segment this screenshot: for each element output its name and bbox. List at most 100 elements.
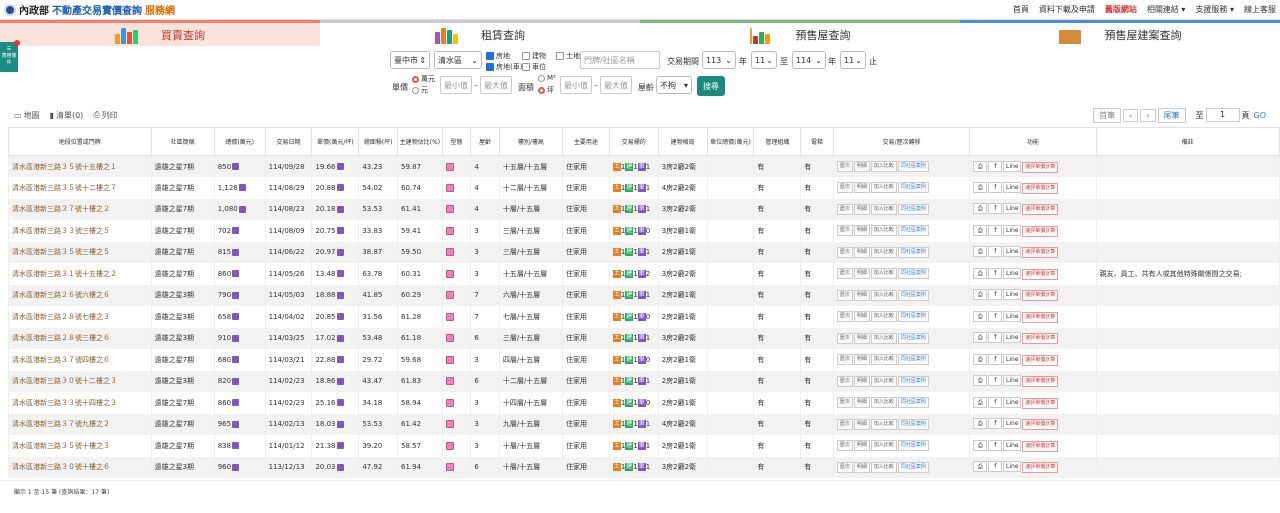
price-detail-icon[interactable] <box>238 184 246 192</box>
table-row[interactable]: 清水區港新三路３３號十四樓之３ 遠雄之星7期 860 114/02/23 25.16 34… <box>8 392 1280 414</box>
history-button[interactable]: 歷次 <box>836 397 853 409</box>
print-row-icon[interactable]: ⎙ <box>973 418 988 430</box>
compare-button[interactable]: 加入比較 <box>870 354 897 366</box>
unit-price-detail-icon[interactable] <box>336 205 344 213</box>
print-row-icon[interactable]: ⎙ <box>973 289 988 301</box>
facebook-icon[interactable]: f <box>988 267 1003 279</box>
building-type-icon[interactable] <box>445 226 454 235</box>
column-header[interactable]: 管理組織 <box>753 127 802 156</box>
prev-page-button[interactable]: ‹ <box>1123 108 1139 122</box>
address-cell[interactable]: 清水區港新三路３５號十五樓之１ <box>8 155 152 177</box>
same-community-button[interactable]: 同社區案例 <box>897 203 929 215</box>
detail-button[interactable]: 明細 <box>853 203 870 215</box>
facebook-icon[interactable]: f <box>988 439 1003 451</box>
print-row-icon[interactable]: ⎙ <box>973 267 988 279</box>
map-button[interactable]: ▭ 地圖 <box>14 110 40 121</box>
same-community-button[interactable]: 同社區案例 <box>897 268 929 280</box>
compare-button[interactable]: 加入比較 <box>870 440 897 452</box>
print-row-icon[interactable]: ⎙ <box>973 396 988 408</box>
price-detail-icon[interactable] <box>232 163 240 170</box>
history-button[interactable]: 歷次 <box>836 289 853 301</box>
print-row-icon[interactable]: ⎙ <box>973 224 988 236</box>
area-unit-ping[interactable]: 坪 <box>538 85 554 95</box>
site-logo[interactable]: 內政部 不動產交易實價查詢 服務網 <box>4 2 175 17</box>
column-header[interactable]: 地段位置或門牌 <box>8 127 152 156</box>
area-max-input[interactable]: 最大值 <box>600 76 632 94</box>
unit-price-detail-icon[interactable] <box>336 163 344 170</box>
facebook-icon[interactable]: f <box>988 224 1003 236</box>
detail-button[interactable]: 明細 <box>853 332 870 344</box>
column-header[interactable]: 電梯 <box>800 127 834 156</box>
line-share-button[interactable]: Line <box>1003 267 1022 279</box>
address-cell[interactable]: 清水區港新三路３１號十五樓之２ <box>8 263 152 285</box>
history-button[interactable]: 歷次 <box>836 161 853 172</box>
detail-button[interactable]: 明細 <box>853 418 870 430</box>
history-button[interactable]: 歷次 <box>836 225 853 237</box>
table-row[interactable]: 清水區港新三路３５號十樓之３ 遠雄之星7期 838 114/01/12 21.38 39.… <box>8 435 1280 457</box>
facebook-icon[interactable]: f <box>988 203 1003 215</box>
price-min-input[interactable]: 最小值 <box>440 76 472 94</box>
building-type-icon[interactable] <box>445 162 454 171</box>
unit-price-detail-icon[interactable] <box>336 334 344 342</box>
column-header[interactable]: 樓別/樓高 <box>498 127 563 156</box>
compare-button[interactable]: 加入比較 <box>870 161 897 172</box>
quick-calc-button[interactable]: 速評單價計算 <box>1022 333 1059 345</box>
print-row-icon[interactable]: ⎙ <box>973 439 988 451</box>
compare-button[interactable]: 加入比較 <box>870 225 897 237</box>
line-share-button[interactable]: Line <box>1003 396 1022 408</box>
column-header[interactable]: 交易/歷次轉移 <box>832 127 971 156</box>
compare-button[interactable]: 加入比較 <box>870 246 897 258</box>
detail-button[interactable]: 明細 <box>853 161 870 172</box>
page-input[interactable]: 1 <box>1205 108 1240 122</box>
unit-price-detail-icon[interactable] <box>336 248 344 256</box>
quick-calc-button[interactable]: 速評單價計算 <box>1022 268 1059 280</box>
conditions-side-button[interactable]: ☰ 適用條件 <box>0 40 20 72</box>
building-type-icon[interactable] <box>445 248 454 257</box>
line-share-button[interactable]: Line <box>1003 353 1022 365</box>
compare-button[interactable]: 加入比較 <box>870 332 897 344</box>
table-row[interactable]: 清水區港新三路３５號十二樓之７ 遠雄之星7期 1,128 114/08/29 20.88… <box>8 177 1280 199</box>
print-row-icon[interactable]: ⎙ <box>973 181 988 193</box>
building-type-icon[interactable] <box>445 441 454 450</box>
table-row[interactable]: 清水區港新三路２６號六樓之６ 遠雄之星3期 790 114/05/03 18.88 41.… <box>8 284 1280 306</box>
price-detail-icon[interactable] <box>232 442 240 450</box>
tab-presale[interactable]: 預售屋查詢 <box>640 20 960 46</box>
facebook-icon[interactable]: f <box>988 310 1003 322</box>
unit-price-detail-icon[interactable] <box>336 463 344 471</box>
nav-links[interactable]: 相關連結 ▾ <box>1147 4 1186 15</box>
quick-calc-button[interactable]: 速評單價計算 <box>1022 225 1059 237</box>
line-share-button[interactable]: Line <box>1003 310 1022 322</box>
building-type-icon[interactable] <box>445 377 454 386</box>
building-type-icon[interactable] <box>445 291 454 300</box>
history-button[interactable]: 歷次 <box>836 375 853 387</box>
line-share-button[interactable]: Line <box>1003 224 1022 236</box>
line-share-button[interactable]: Line <box>1003 418 1022 430</box>
quick-calc-button[interactable]: 速評單價計算 <box>1022 247 1059 259</box>
city-select[interactable]: 臺中市 ⇕ <box>390 51 430 69</box>
address-cell[interactable]: 清水區港新三路３７號十樓之２ <box>8 198 152 220</box>
table-row[interactable]: 清水區港新三路３０號十樓之６ 遠雄之星3期 960 113/12/13 20.03 47.… <box>8 456 1280 478</box>
price-detail-icon[interactable] <box>232 463 240 471</box>
price-unit-yuan[interactable]: 元 <box>412 85 428 95</box>
tab-rent[interactable]: 租賃查詢 <box>320 20 640 46</box>
address-cell[interactable]: 清水區港新三路２６號六樓之６ <box>8 284 152 306</box>
column-header[interactable]: 屋齡 <box>470 127 500 156</box>
history-button[interactable]: 歷次 <box>836 354 853 366</box>
address-cell[interactable]: 清水區港新三路３５號三樓之５ <box>8 241 152 263</box>
table-row[interactable]: 清水區港新三路３０號十二樓之３ 遠雄之星3期 820 114/02/23 18.86 43… <box>8 370 1280 392</box>
price-detail-icon[interactable] <box>232 313 240 321</box>
list-button[interactable]: ▮ 清單(0) <box>50 110 84 121</box>
same-community-button[interactable]: 同社區案例 <box>897 182 929 194</box>
to-month-select[interactable]: 11 ⌄ <box>840 51 866 69</box>
nav-online-service[interactable]: 線上客服 <box>1244 4 1276 15</box>
nav-old-site[interactable]: 舊版網站 <box>1105 4 1137 15</box>
column-header[interactable]: 總面積(坪) <box>358 127 398 156</box>
detail-button[interactable]: 明細 <box>853 440 870 452</box>
quick-calc-button[interactable]: 速評單價計算 <box>1022 182 1059 194</box>
table-row[interactable]: 清水區港新三路３５號十五樓之１ 遠雄之星7期 850 114/09/28 19.66 43… <box>8 155 1280 177</box>
nav-support[interactable]: 支援服務 ▾ <box>1195 4 1234 15</box>
compare-button[interactable]: 加入比較 <box>870 397 897 409</box>
table-row[interactable]: 清水區港新三路３７號九樓之２ 遠雄之星7期 965 114/02/13 18.03 53.… <box>8 413 1280 435</box>
search-button[interactable]: 搜尋 <box>697 76 725 96</box>
tab-sale[interactable]: 買賣查詢 <box>0 20 320 46</box>
